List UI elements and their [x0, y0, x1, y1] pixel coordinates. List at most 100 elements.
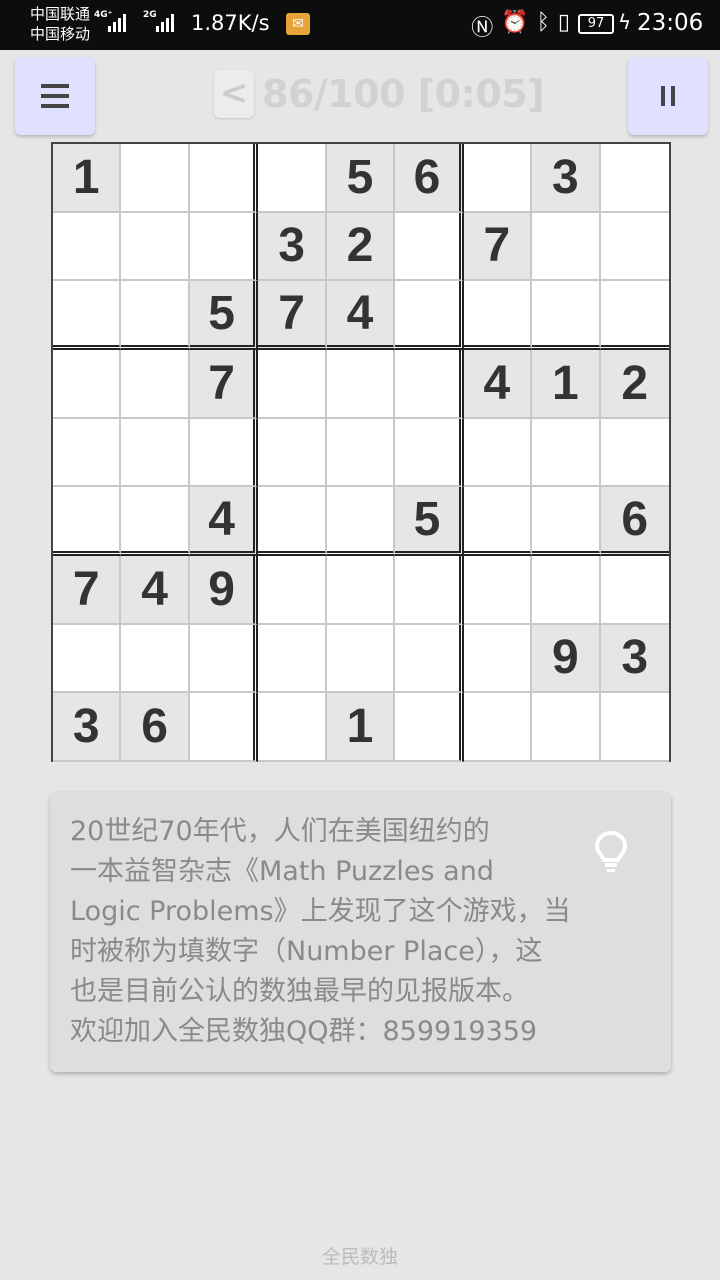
- sudoku-cell[interactable]: 9: [189, 555, 259, 625]
- sudoku-cell[interactable]: [532, 418, 601, 488]
- sudoku-cell[interactable]: [395, 555, 464, 625]
- sudoku-cell[interactable]: 6: [395, 144, 464, 213]
- sudoku-cell[interactable]: [600, 556, 669, 625]
- sudoku-cell[interactable]: [189, 212, 259, 282]
- sudoku-cell[interactable]: 7: [258, 281, 327, 350]
- sudoku-cell[interactable]: 1: [53, 144, 122, 213]
- sudoku-cell[interactable]: [189, 144, 259, 213]
- mail-notification-icon: ✉: [286, 13, 310, 35]
- sudoku-cell[interactable]: [121, 624, 190, 694]
- carrier-2: 中国移动: [30, 25, 91, 43]
- sudoku-cell[interactable]: [395, 418, 464, 488]
- sudoku-cell[interactable]: [121, 212, 190, 282]
- menu-button[interactable]: [15, 57, 95, 135]
- sudoku-cell[interactable]: [53, 349, 122, 419]
- sudoku-cell[interactable]: [53, 418, 122, 488]
- sudoku-cell[interactable]: [463, 555, 533, 625]
- sudoku-cell[interactable]: [258, 624, 327, 694]
- sudoku-cell[interactable]: [258, 349, 327, 419]
- sudoku-cell[interactable]: [258, 555, 327, 625]
- sudoku-cell[interactable]: [189, 418, 259, 488]
- sudoku-cell[interactable]: [463, 281, 533, 350]
- sudoku-cell[interactable]: [53, 487, 122, 556]
- signal-icon-2: [156, 12, 174, 32]
- sudoku-cell[interactable]: [53, 624, 122, 694]
- sudoku-cell[interactable]: [395, 624, 464, 694]
- sudoku-cell[interactable]: [258, 418, 327, 488]
- sudoku-cell[interactable]: 3: [600, 624, 669, 694]
- sudoku-cell[interactable]: 4: [189, 487, 259, 556]
- sudoku-cell[interactable]: [121, 418, 190, 488]
- tip-line: 20世纪70年代，人们在美国纽约的: [70, 816, 490, 847]
- sudoku-cell[interactable]: [326, 487, 396, 556]
- pause-icon-bar: [671, 86, 675, 106]
- sudoku-cell[interactable]: [326, 624, 396, 694]
- sudoku-cell[interactable]: [121, 487, 190, 556]
- pause-button[interactable]: [628, 57, 708, 135]
- sudoku-cell[interactable]: [600, 281, 669, 350]
- previous-puzzle-button[interactable]: <: [214, 70, 254, 118]
- sudoku-cell[interactable]: [463, 144, 533, 213]
- sudoku-cell[interactable]: [463, 418, 533, 488]
- sudoku-cell[interactable]: 6: [600, 487, 669, 556]
- sudoku-cell[interactable]: [463, 693, 533, 762]
- sudoku-cell[interactable]: 3: [532, 144, 601, 213]
- footer-app-name: 全民数独: [321, 1246, 398, 1268]
- sudoku-cell[interactable]: [600, 213, 669, 282]
- sudoku-cell[interactable]: [53, 281, 122, 350]
- sudoku-cell[interactable]: [532, 281, 601, 350]
- sudoku-cell[interactable]: [395, 212, 464, 282]
- sudoku-cell[interactable]: [121, 281, 190, 350]
- sudoku-cell[interactable]: 2: [326, 212, 396, 282]
- sudoku-grid: 1563327574741245674993361: [51, 142, 671, 762]
- sudoku-cell[interactable]: [532, 555, 601, 625]
- header-progress: < 86/100 [0:05]: [214, 70, 545, 118]
- tip-line: Logic Problems》上发现了这个游戏，当: [70, 896, 571, 927]
- sudoku-cell[interactable]: [189, 624, 259, 694]
- sudoku-cell[interactable]: [326, 418, 396, 488]
- sudoku-cell[interactable]: 4: [121, 555, 190, 625]
- sudoku-cell[interactable]: 9: [532, 624, 601, 694]
- sudoku-cell[interactable]: [258, 487, 327, 556]
- sudoku-cell[interactable]: [532, 487, 601, 556]
- sudoku-cell[interactable]: [463, 624, 533, 694]
- sudoku-cell[interactable]: [189, 693, 259, 762]
- sudoku-cell[interactable]: [600, 693, 669, 762]
- sudoku-cell[interactable]: [395, 349, 464, 419]
- sudoku-cell[interactable]: 5: [326, 144, 396, 213]
- sudoku-cell[interactable]: [326, 555, 396, 625]
- sudoku-cell[interactable]: [121, 349, 190, 419]
- sudoku-cell[interactable]: 3: [53, 693, 122, 762]
- tip-line: 也是目前公认的数独最早的见报版本。: [70, 976, 529, 1007]
- sudoku-cell[interactable]: 5: [395, 487, 464, 556]
- sudoku-cell[interactable]: 2: [600, 349, 669, 419]
- sudoku-cell[interactable]: [532, 212, 601, 282]
- sudoku-cell[interactable]: 1: [326, 693, 396, 762]
- sudoku-cell[interactable]: [258, 693, 327, 762]
- sudoku-cell[interactable]: 4: [463, 349, 533, 419]
- sudoku-cell[interactable]: [532, 693, 601, 762]
- sudoku-cell[interactable]: 5: [189, 281, 259, 350]
- tip-line: 欢迎加入全民数独QQ群：859919359: [70, 1016, 538, 1047]
- sudoku-cell[interactable]: 7: [463, 212, 533, 282]
- sudoku-cell[interactable]: [463, 487, 533, 556]
- sudoku-cell[interactable]: 3: [258, 212, 327, 282]
- sudoku-cell[interactable]: [121, 144, 190, 213]
- sudoku-cell[interactable]: [53, 212, 122, 282]
- sudoku-cell[interactable]: [600, 419, 669, 488]
- sudoku-cell[interactable]: 7: [189, 349, 259, 419]
- tip-text: 20世纪70年代，人们在美国纽约的 一本益智杂志《Math Puzzles an…: [70, 812, 650, 1052]
- pause-icon: [661, 86, 665, 106]
- sudoku-cell[interactable]: [600, 144, 669, 213]
- sudoku-cell[interactable]: [395, 281, 464, 350]
- sudoku-cell[interactable]: 7: [53, 555, 122, 625]
- sudoku-cell[interactable]: [258, 144, 327, 213]
- sudoku-cell[interactable]: [395, 693, 464, 762]
- sudoku-cell[interactable]: 6: [121, 693, 190, 762]
- sudoku-cell[interactable]: 1: [532, 349, 601, 419]
- sudoku-cell[interactable]: [326, 349, 396, 419]
- lightbulb-icon[interactable]: [594, 830, 628, 874]
- nfc-icon: Ⓝ: [471, 16, 494, 41]
- system-icons: Ⓝ ⏰ ᛒ ▯: [471, 10, 570, 42]
- sudoku-cell[interactable]: 4: [326, 281, 396, 350]
